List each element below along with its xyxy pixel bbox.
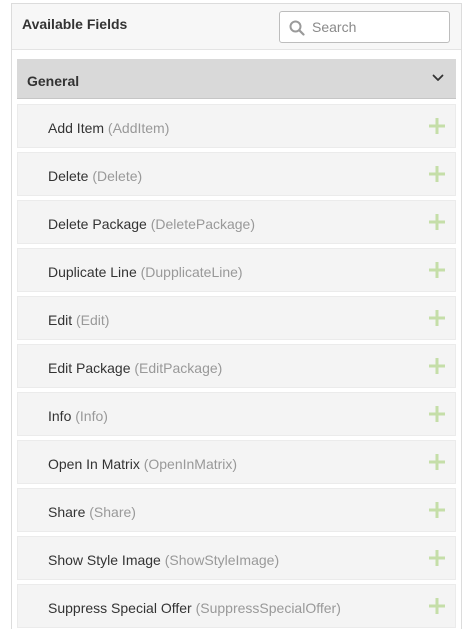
field-code: (DupplicateLine) — [140, 264, 243, 280]
field-text: Edit Package (EditPackage) — [48, 360, 222, 376]
group-header-general[interactable]: General — [17, 59, 456, 99]
field-name: Edit Package — [48, 360, 131, 376]
field-item[interactable]: Open In Matrix (OpenInMatrix) — [17, 440, 456, 484]
field-name: Show Style Image — [48, 552, 161, 568]
field-item[interactable]: Edit (Edit) — [17, 296, 456, 340]
field-text: Open In Matrix (OpenInMatrix) — [48, 456, 237, 472]
plus-icon[interactable] — [429, 502, 445, 518]
field-name: Open In Matrix — [48, 456, 140, 472]
field-code: (Info) — [75, 408, 108, 424]
plus-icon[interactable] — [429, 262, 445, 278]
field-name: Delete — [48, 168, 89, 184]
plus-icon[interactable] — [429, 214, 445, 230]
field-name: Info — [48, 408, 72, 424]
field-name: Delete Package — [48, 216, 147, 232]
plus-icon[interactable] — [429, 454, 445, 470]
field-name: Suppress Special Offer — [48, 600, 192, 616]
panel-header: Available Fields — [12, 4, 461, 50]
field-name: Edit — [48, 312, 73, 328]
field-text: Show Style Image (ShowStyleImage) — [48, 552, 279, 568]
field-name: Share — [48, 504, 86, 520]
field-name: Duplicate Line — [48, 264, 137, 280]
field-code: (Delete) — [92, 168, 143, 184]
field-text: Suppress Special Offer (SuppressSpecialO… — [48, 600, 341, 616]
field-item[interactable]: Info (Info) — [17, 392, 456, 436]
field-code: (SuppressSpecialOffer) — [195, 600, 341, 616]
plus-icon[interactable] — [429, 406, 445, 422]
plus-icon[interactable] — [429, 598, 445, 614]
field-item[interactable]: Suppress Special Offer (SuppressSpecialO… — [17, 584, 456, 628]
field-code: (ShowStyleImage) — [164, 552, 280, 568]
field-item[interactable]: Share (Share) — [17, 488, 456, 532]
field-code: (Edit) — [76, 312, 110, 328]
search-box[interactable] — [279, 11, 450, 43]
field-item[interactable]: Duplicate Line (DupplicateLine) — [17, 248, 456, 292]
plus-icon[interactable] — [429, 550, 445, 566]
search-icon — [289, 20, 305, 36]
field-text: Edit (Edit) — [48, 312, 109, 328]
field-item[interactable]: Add Item (AddItem) — [17, 104, 456, 148]
field-text: Add Item (AddItem) — [48, 120, 169, 136]
field-item[interactable]: Delete (Delete) — [17, 152, 456, 196]
plus-icon[interactable] — [429, 310, 445, 326]
field-text: Delete (Delete) — [48, 168, 142, 184]
available-fields-panel: Available Fields General Add Item (AddIt… — [11, 3, 462, 629]
field-code: (EditPackage) — [134, 360, 223, 376]
field-code: (DeletePackage) — [150, 216, 256, 232]
panel-title: Available Fields — [22, 16, 128, 32]
plus-icon[interactable] — [429, 166, 445, 182]
field-list: Add Item (AddItem) Delete (Delete) Delet… — [17, 104, 456, 629]
field-code: (AddItem) — [107, 120, 170, 136]
field-text: Share (Share) — [48, 504, 136, 520]
field-code: (OpenInMatrix) — [143, 456, 238, 472]
plus-icon[interactable] — [429, 118, 445, 134]
field-item[interactable]: Show Style Image (ShowStyleImage) — [17, 536, 456, 580]
search-input[interactable] — [312, 13, 446, 41]
field-code: (Share) — [89, 504, 136, 520]
field-text: Duplicate Line (DupplicateLine) — [48, 264, 243, 280]
group-label: General — [27, 73, 80, 89]
field-text: Delete Package (DeletePackage) — [48, 216, 255, 232]
field-name: Add Item — [48, 120, 105, 136]
chevron-down-icon[interactable] — [432, 74, 444, 82]
field-item[interactable]: Edit Package (EditPackage) — [17, 344, 456, 388]
field-item[interactable]: Delete Package (DeletePackage) — [17, 200, 456, 244]
field-text: Info (Info) — [48, 408, 108, 424]
plus-icon[interactable] — [429, 358, 445, 374]
